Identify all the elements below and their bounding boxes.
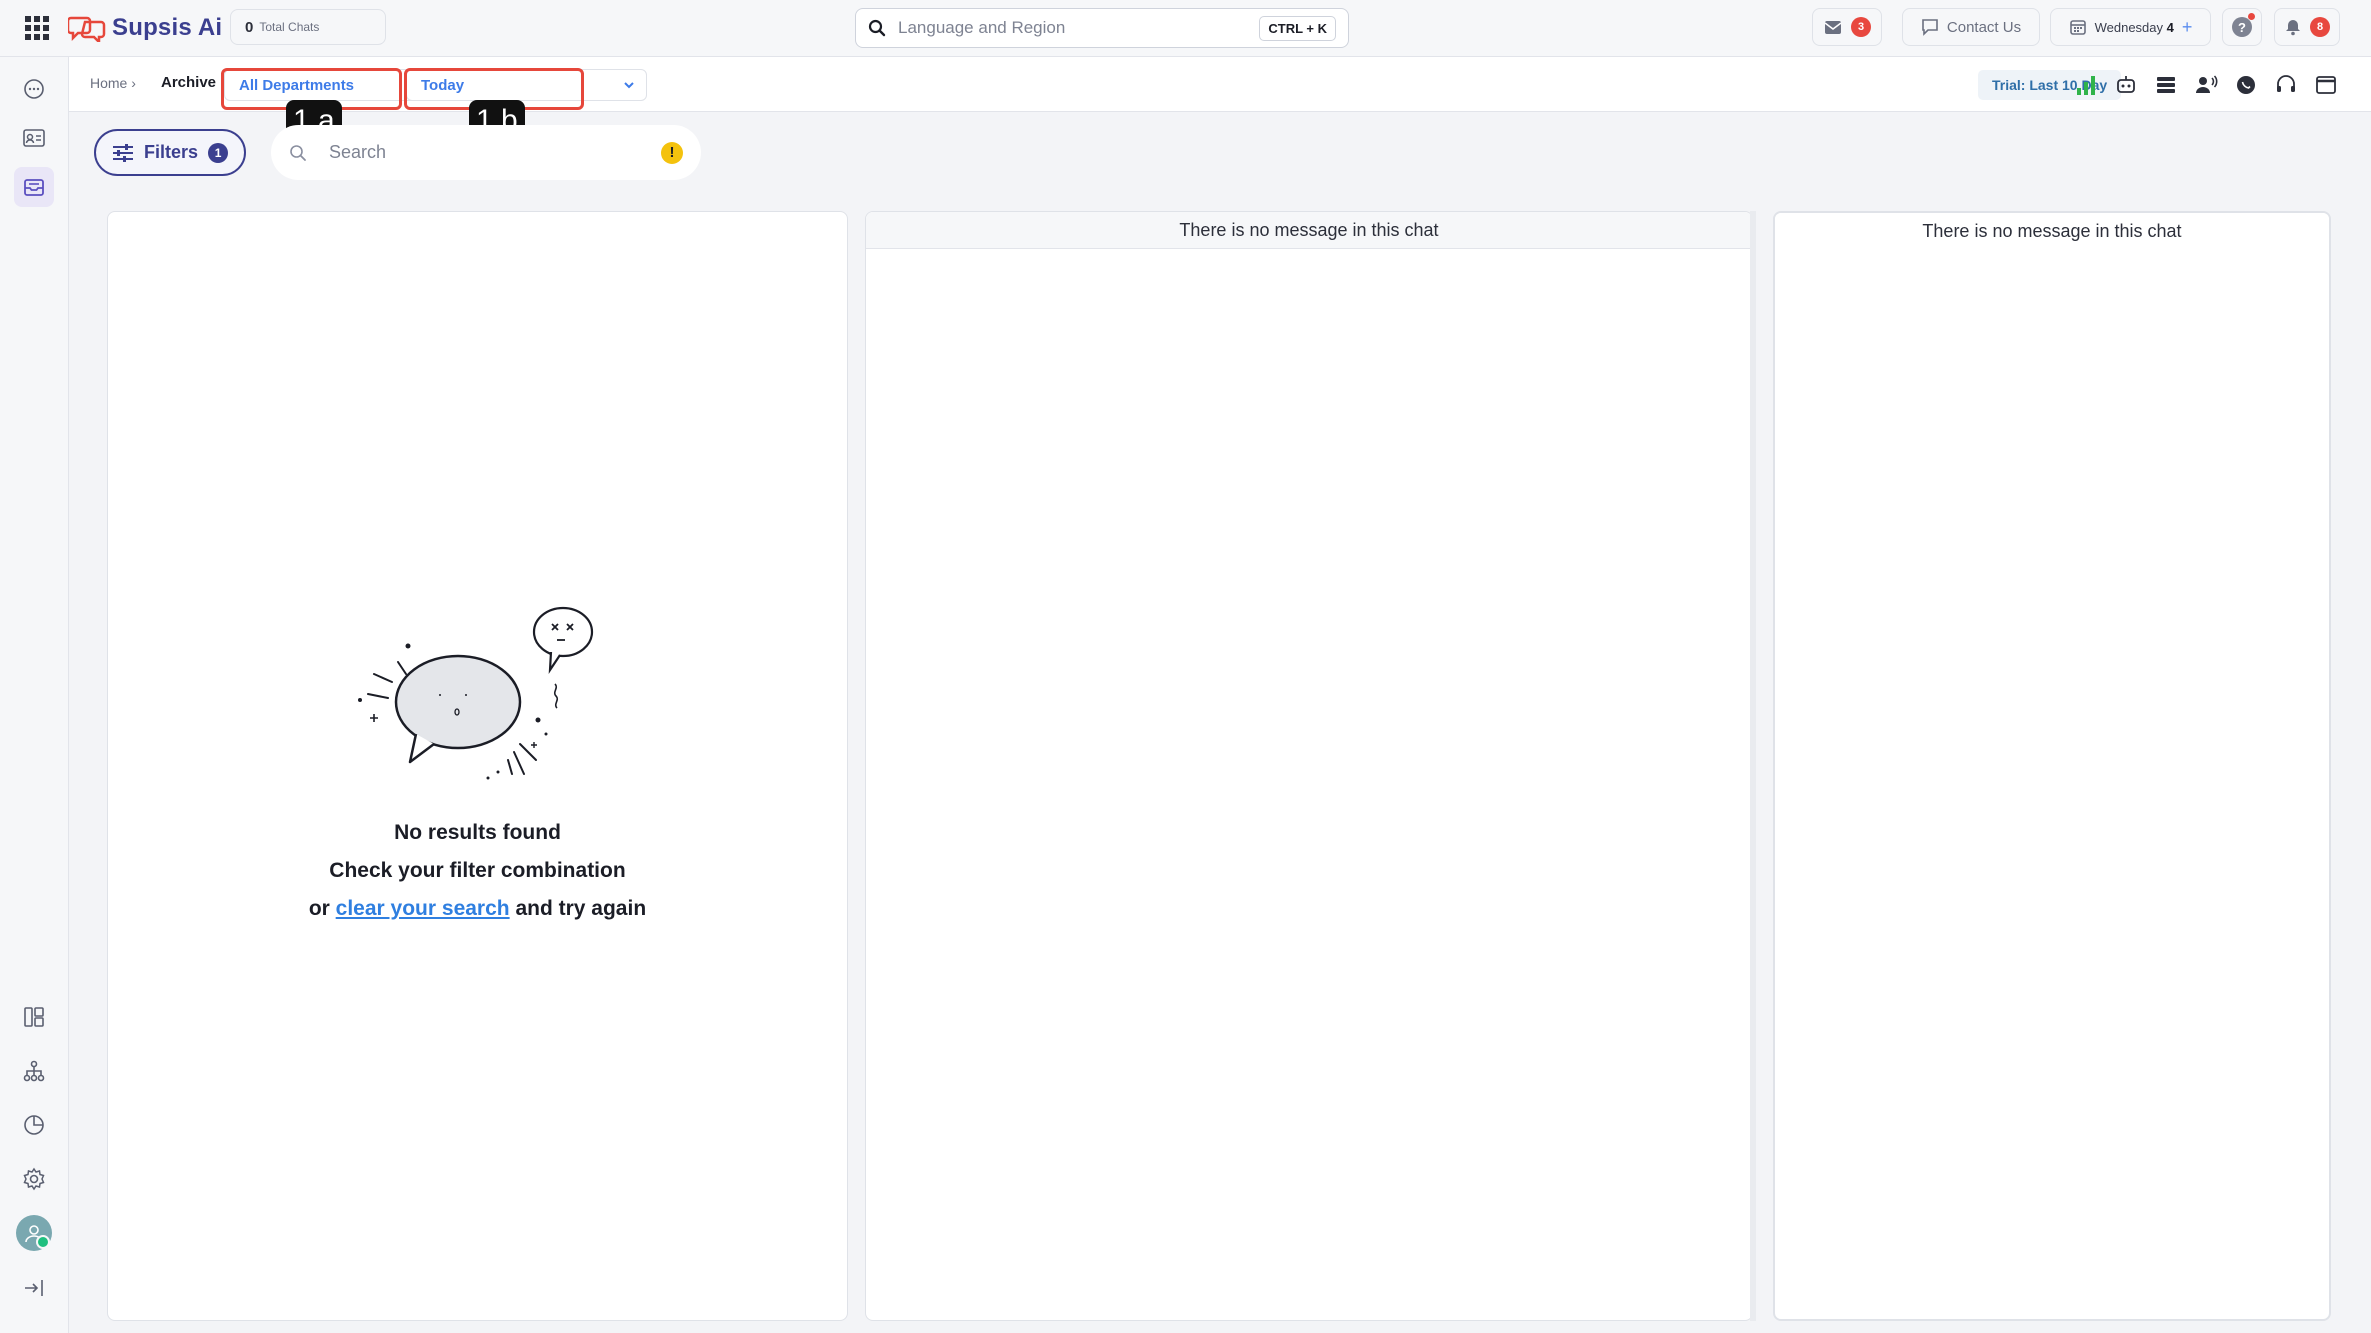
empty-state-prefix: or (308, 897, 330, 920)
trial-badge[interactable]: Trial: Last 10 Day (1978, 70, 2122, 100)
org-chart-icon (23, 1060, 45, 1082)
signal-bars-icon[interactable] (2074, 73, 2098, 97)
sliders-icon (113, 143, 133, 162)
chat-list-panel: No results found Check your filter combi… (107, 211, 848, 1321)
chat-bubble-icon (1922, 19, 1938, 36)
rail-item-hierarchy[interactable] (14, 1051, 54, 1091)
search-icon (868, 19, 886, 37)
apps-grid-icon[interactable] (24, 15, 50, 41)
pie-chart-icon (24, 1115, 44, 1135)
rail-item-chats[interactable] (14, 69, 54, 109)
calendar-icon (2069, 20, 2086, 35)
contact-us-label: Contact Us (1946, 18, 2022, 36)
contact-us-button[interactable]: Contact Us (1902, 8, 2040, 46)
date-text: Wednesday 4 (2095, 20, 2174, 35)
whatsapp-icon[interactable] (2234, 73, 2258, 97)
logo-text: Supsis Ai (112, 14, 223, 41)
top-bar: Supsis Ai 0 Total Chats Language and Reg… (0, 0, 2371, 57)
inbox-button[interactable]: 3 (1812, 8, 1882, 46)
gear-icon (23, 1167, 45, 1191)
global-search-placeholder: Language and Region (898, 18, 1066, 37)
total-chats-counter[interactable]: 0 Total Chats (230, 9, 386, 45)
headset-icon[interactable] (2274, 73, 2298, 97)
search-shortcut: CTRL + K (1259, 15, 1336, 41)
global-search-input[interactable]: Language and Region CTRL + K (855, 8, 1349, 48)
date-number: 4 (2166, 19, 2174, 35)
rail-item-logout[interactable] (14, 1268, 54, 1308)
archive-inbox-icon (24, 179, 44, 196)
logout-icon (25, 1280, 43, 1296)
clear-search-link[interactable]: clear your search (336, 897, 510, 920)
chat-search-input[interactable]: Search ! (271, 125, 701, 180)
layout-icon (24, 1007, 44, 1027)
help-notification-dot (2248, 13, 2255, 20)
rail-item-settings[interactable] (14, 1159, 54, 1199)
chevron-down-icon (624, 82, 634, 89)
date-widget[interactable]: Wednesday 4 + (2050, 8, 2211, 46)
rail-item-reports[interactable] (14, 1105, 54, 1145)
notifications-button[interactable]: 8 (2274, 8, 2340, 46)
empty-chat-illustration (357, 606, 593, 780)
avatar (16, 1215, 52, 1251)
add-date-button[interactable]: + (2182, 17, 2193, 38)
empty-state-hint: Check your filter combination (329, 859, 626, 882)
window-icon[interactable] (2314, 73, 2338, 97)
breadcrumb-home[interactable]: Home › (90, 75, 136, 91)
left-rail (0, 57, 69, 1333)
panel-resize-handle[interactable] (1750, 211, 1756, 1321)
bell-icon (2286, 20, 2300, 36)
chat-detail-message: There is no message in this chat (866, 212, 1752, 249)
list-icon[interactable] (2154, 73, 2178, 97)
users-voice-icon[interactable] (2194, 73, 2218, 97)
empty-state: No results found Check your filter combi… (108, 602, 847, 921)
chat-info-message: There is no message in this chat (1775, 213, 2329, 249)
search-icon (290, 144, 306, 161)
help-button[interactable]: ? (2222, 8, 2262, 46)
date-day: Wednesday (2094, 19, 2164, 35)
inbox-icon (1824, 21, 1842, 34)
total-chats-count: 0 (245, 18, 254, 36)
empty-state-action: or clear your search and try again (108, 897, 847, 921)
filters-button[interactable]: Filters 1 (94, 129, 246, 176)
chat-icon (24, 79, 44, 99)
robot-icon[interactable] (2114, 73, 2138, 97)
chat-detail-panel: There is no message in this chat (865, 211, 1753, 1321)
filters-label: Filters (144, 142, 199, 162)
inbox-badge: 3 (1851, 17, 1871, 37)
rail-item-archive[interactable] (14, 167, 54, 207)
total-chats-label: Total Chats (259, 20, 320, 34)
empty-state-suffix: and try again (515, 897, 647, 920)
rail-item-contacts[interactable] (14, 118, 54, 158)
breadcrumb-current: Archive (161, 74, 217, 91)
help-icon: ? (2232, 13, 2255, 37)
logo-icon (68, 16, 106, 42)
rail-item-layout[interactable] (14, 997, 54, 1037)
contact-card-icon (23, 129, 45, 147)
chat-info-panel: There is no message in this chat (1773, 211, 2331, 1321)
warning-icon[interactable]: ! (661, 141, 683, 164)
help-label: ? (2238, 19, 2246, 35)
filters-count-badge: 1 (208, 142, 229, 163)
chat-search-placeholder: Search (329, 142, 387, 162)
online-status-dot (36, 1235, 50, 1249)
rail-item-profile[interactable] (14, 1213, 54, 1253)
notifications-badge: 8 (2310, 17, 2330, 37)
app-logo[interactable]: Supsis Ai (68, 10, 222, 46)
empty-state-title: No results found (394, 821, 561, 844)
